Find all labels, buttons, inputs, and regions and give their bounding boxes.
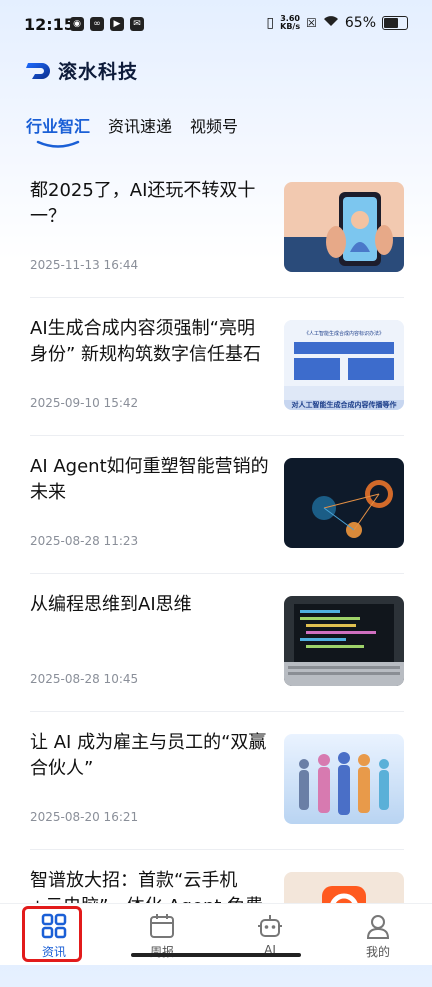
phone-shopping-illustration — [284, 182, 404, 272]
article-date: 2025-08-20 16:21 — [30, 810, 139, 824]
tab-news[interactable]: 资讯速递 — [108, 113, 172, 147]
battery-level — [384, 18, 398, 28]
nav-profile[interactable]: 我的 — [324, 904, 432, 965]
laptop-code-image — [284, 596, 404, 686]
article-date: 2025-08-28 10:45 — [30, 672, 139, 686]
article-title: 让 AI 成为雇主与员工的“双赢合伙人” — [30, 732, 267, 779]
nav-label: 我的 — [365, 945, 390, 959]
nav-selection-highlight — [22, 906, 82, 962]
app-notification-icon: ◉ — [70, 17, 84, 31]
regulation-document-image: 《人工智能生成合成内容标识办法》 对人工智能生成合成内容传播等作 — [284, 320, 404, 410]
app-notification-icon: ∞ — [90, 17, 104, 31]
brand-name: 滚水科技 — [58, 61, 139, 83]
vibrate-icon: ▯ — [266, 15, 275, 31]
no-sim-icon: ☒ — [306, 16, 317, 30]
article-item[interactable]: 让 AI 成为雇主与员工的“双赢合伙人” 2025-08-20 16:21 — [30, 712, 404, 850]
article-list: 都2025了，AI还玩不转双十一？ 2025-11-13 16:44 AI生成合… — [30, 160, 404, 987]
article-item[interactable]: 都2025了，AI还玩不转双十一？ 2025-11-13 16:44 — [30, 160, 404, 298]
notification-icons: ◉ ∞ ▶ ✉ — [70, 17, 144, 31]
nav-label: 周报 — [149, 945, 174, 959]
wifi-icon — [323, 15, 339, 31]
article-title: 从编程思维到AI思维 — [30, 594, 192, 615]
brand-logo-icon — [26, 62, 50, 79]
article-date: 2025-09-10 15:42 — [30, 396, 139, 410]
article-item[interactable]: 从编程思维到AI思维 2025-08-28 10:45 — [30, 574, 404, 712]
article-title: AI生成合成内容须强制“亮明身份” 新规构筑数字信任基石 — [30, 318, 262, 365]
nav-news[interactable]: 资讯 — [0, 904, 108, 965]
tab-video[interactable]: 视频号 — [190, 113, 238, 147]
article-title: 都2025了，AI还玩不转双十一？ — [30, 180, 256, 227]
people-silhouettes-image — [284, 734, 404, 824]
play-notification-icon: ▶ — [110, 17, 124, 31]
battery-icon — [382, 16, 408, 30]
article-date: 2025-11-13 16:44 — [30, 258, 139, 272]
status-time: 12:15 — [24, 15, 75, 34]
article-date: 2025-08-28 11:23 — [30, 534, 139, 548]
status-bar: 12:15 ◉ ∞ ▶ ✉ ▯ 3.60 KB/s ☒ 65% — [0, 0, 432, 50]
calendar-icon — [150, 914, 174, 938]
person-icon — [366, 915, 390, 939]
article-item[interactable]: AI Agent如何重塑智能营销的未来 2025-08-28 11:23 — [30, 436, 404, 574]
network-speed: 3.60 KB/s — [280, 14, 301, 31]
status-right: ▯ 3.60 KB/s ☒ 65% — [266, 15, 408, 31]
robot-icon — [258, 915, 282, 937]
tab-industry[interactable]: 行业智汇 — [26, 113, 90, 148]
battery-percent: 65% — [344, 15, 376, 31]
article-item[interactable]: AI生成合成内容须强制“亮明身份” 新规构筑数字信任基石 2025-09-10 … — [30, 298, 404, 436]
active-tab-indicator — [36, 140, 80, 148]
category-tabs: 行业智汇 资讯速递 视频号 — [26, 113, 238, 148]
digital-network-image — [284, 458, 404, 548]
home-indicator — [131, 953, 301, 957]
brand-header: 滚水科技 — [26, 57, 138, 84]
article-title: AI Agent如何重塑智能营销的未来 — [30, 456, 269, 503]
mail-notification-icon: ✉ — [130, 17, 144, 31]
